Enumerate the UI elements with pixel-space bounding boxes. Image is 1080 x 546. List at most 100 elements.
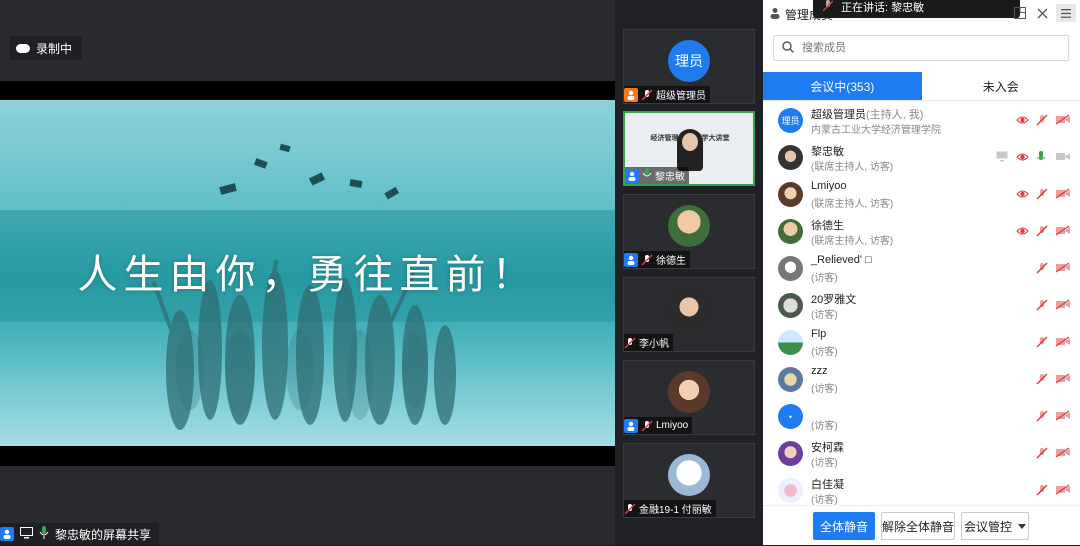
search-input[interactable] bbox=[800, 41, 1054, 55]
avatar bbox=[778, 330, 803, 355]
member-controls bbox=[1016, 114, 1068, 126]
avatar: 理员 bbox=[668, 40, 710, 82]
list-item[interactable]: 白佳凝 (访客) bbox=[763, 472, 1080, 505]
list-item[interactable]: Lmiyoo (联席主持人, 访客) bbox=[763, 176, 1080, 213]
mic-muted-icon[interactable] bbox=[1036, 188, 1048, 200]
unmute-all-button[interactable]: 解除全体静音 bbox=[881, 512, 955, 540]
member-subtitle: 内蒙古工业大学经济管理学院 bbox=[811, 121, 941, 136]
screen-share-icon[interactable] bbox=[996, 151, 1008, 163]
avatar bbox=[668, 371, 710, 413]
camera-off-icon[interactable] bbox=[1056, 225, 1068, 237]
mic-muted-icon[interactable] bbox=[1036, 262, 1048, 274]
panel-toolbar bbox=[1012, 4, 1076, 22]
mic-muted-icon[interactable] bbox=[1036, 225, 1048, 237]
member-name: 安柯霖 bbox=[811, 439, 844, 455]
list-item[interactable]: 理员 超级管理员(主持人, 我) 内蒙古工业大学经济管理学院 bbox=[763, 102, 1080, 139]
mute-all-button[interactable]: 全体静音 bbox=[813, 512, 875, 540]
camera-off-icon[interactable] bbox=[1056, 484, 1068, 496]
record-icon[interactable] bbox=[1016, 188, 1028, 200]
camera-off-icon[interactable] bbox=[1056, 410, 1068, 422]
avatar bbox=[668, 288, 710, 330]
camera-off-icon[interactable] bbox=[1056, 447, 1068, 459]
video-tile[interactable]: 理员 超级管理员 bbox=[623, 29, 755, 104]
list-item[interactable]: 安柯霖 (访客) bbox=[763, 435, 1080, 472]
camera-off-icon[interactable] bbox=[1056, 299, 1068, 311]
popout-icon[interactable] bbox=[1012, 5, 1028, 21]
camera-off-icon[interactable] bbox=[1056, 262, 1068, 274]
video-tile[interactable]: 李小帆 bbox=[623, 277, 755, 352]
user-icon bbox=[0, 527, 14, 541]
list-item[interactable]: 黎忠敏 (联席主持人, 访客) bbox=[763, 139, 1080, 176]
speaker-face bbox=[682, 133, 698, 151]
menu-icon[interactable] bbox=[1056, 4, 1076, 22]
mic-muted-icon[interactable] bbox=[1036, 373, 1048, 385]
list-item[interactable]: • (访客) bbox=[763, 398, 1080, 435]
mic-muted-icon[interactable] bbox=[1036, 336, 1048, 348]
video-name-bar: 金融19-1 付丽敏 bbox=[624, 500, 716, 517]
video-name: 黎忠敏 bbox=[655, 168, 685, 183]
share-owner-label: 黎忠敏的屏幕共享 bbox=[55, 526, 151, 543]
mic-muted-icon bbox=[823, 0, 833, 15]
recording-indicator[interactable]: 录制中 bbox=[10, 36, 82, 60]
list-item[interactable]: zzz (访客) bbox=[763, 361, 1080, 398]
member-subtitle: (联席主持人, 访客) bbox=[811, 158, 893, 173]
tab-not-joined[interactable]: 未入会 bbox=[922, 72, 1080, 100]
record-icon[interactable] bbox=[1016, 225, 1028, 237]
mic-muted-icon bbox=[624, 337, 636, 349]
member-controls bbox=[1036, 373, 1068, 385]
video-tile-active-speaker[interactable]: 经济管理学院 博学大讲堂 黎忠敏 bbox=[623, 111, 755, 186]
mic-muted-icon[interactable] bbox=[1036, 484, 1048, 496]
record-icon[interactable] bbox=[1016, 114, 1028, 126]
camera-off-icon[interactable] bbox=[1056, 114, 1068, 126]
member-name: zzz bbox=[811, 365, 828, 377]
video-name-bar: 李小帆 bbox=[624, 334, 673, 351]
list-item[interactable]: 徐德生 (联席主持人, 访客) bbox=[763, 213, 1080, 250]
record-icon[interactable] bbox=[1016, 151, 1028, 163]
mic-muted-icon[interactable] bbox=[1036, 447, 1048, 459]
list-item[interactable]: _Relieved' □ (访客) bbox=[763, 250, 1080, 287]
search-icon bbox=[782, 41, 794, 56]
avatar bbox=[778, 293, 803, 318]
video-tile[interactable]: 金融19-1 付丽敏 bbox=[623, 443, 755, 518]
member-subtitle: (访客) bbox=[811, 306, 838, 321]
mic-active-icon[interactable] bbox=[1036, 151, 1048, 163]
avatar bbox=[778, 219, 803, 244]
camera-off-icon[interactable] bbox=[1056, 336, 1068, 348]
member-controls bbox=[1036, 262, 1068, 274]
camera-off-icon[interactable] bbox=[1056, 373, 1068, 385]
mic-muted-icon[interactable] bbox=[1036, 410, 1048, 422]
recording-label: 录制中 bbox=[36, 40, 72, 57]
video-name: 徐德生 bbox=[656, 252, 686, 267]
list-item[interactable]: Flp (访客) bbox=[763, 324, 1080, 361]
camera-off-icon[interactable] bbox=[1056, 188, 1068, 200]
screen-share-area: 录制中 bbox=[0, 0, 615, 545]
avatar bbox=[668, 205, 710, 247]
member-subtitle: (访客) bbox=[811, 380, 838, 395]
avatar bbox=[778, 367, 803, 392]
mic-muted-icon bbox=[641, 254, 653, 266]
member-controls bbox=[1016, 225, 1068, 237]
avatar: • bbox=[778, 404, 803, 429]
member-name: Flp bbox=[811, 328, 826, 340]
video-tile[interactable]: Lmiyoo bbox=[623, 360, 755, 435]
mic-muted-icon bbox=[641, 89, 653, 101]
chevron-down-icon bbox=[1018, 519, 1026, 533]
meeting-control-dropdown[interactable]: 会议管控 bbox=[961, 512, 1029, 540]
mic-muted-icon[interactable] bbox=[1036, 114, 1048, 126]
list-item[interactable]: 20罗雅文 (访客) bbox=[763, 287, 1080, 324]
video-name-bar: 徐德生 bbox=[624, 251, 690, 268]
member-subtitle: (联席主持人, 访客) bbox=[811, 232, 893, 247]
member-name: 白佳凝 bbox=[811, 476, 844, 492]
close-icon[interactable] bbox=[1034, 5, 1050, 21]
mic-muted-icon bbox=[624, 503, 636, 515]
speaking-indicator: 正在讲话: 黎忠敏 bbox=[813, 0, 1020, 18]
search-box[interactable] bbox=[773, 35, 1069, 61]
mic-muted-icon[interactable] bbox=[1036, 299, 1048, 311]
cloud-icon bbox=[16, 44, 30, 53]
tab-in-meeting[interactable]: 会议中(353) bbox=[763, 72, 922, 100]
avatar bbox=[778, 441, 803, 466]
camera-icon[interactable] bbox=[1056, 151, 1068, 163]
member-name: 20罗雅文 bbox=[811, 291, 856, 307]
video-tile[interactable]: 徐德生 bbox=[623, 194, 755, 269]
video-name: Lmiyoo bbox=[656, 420, 688, 431]
